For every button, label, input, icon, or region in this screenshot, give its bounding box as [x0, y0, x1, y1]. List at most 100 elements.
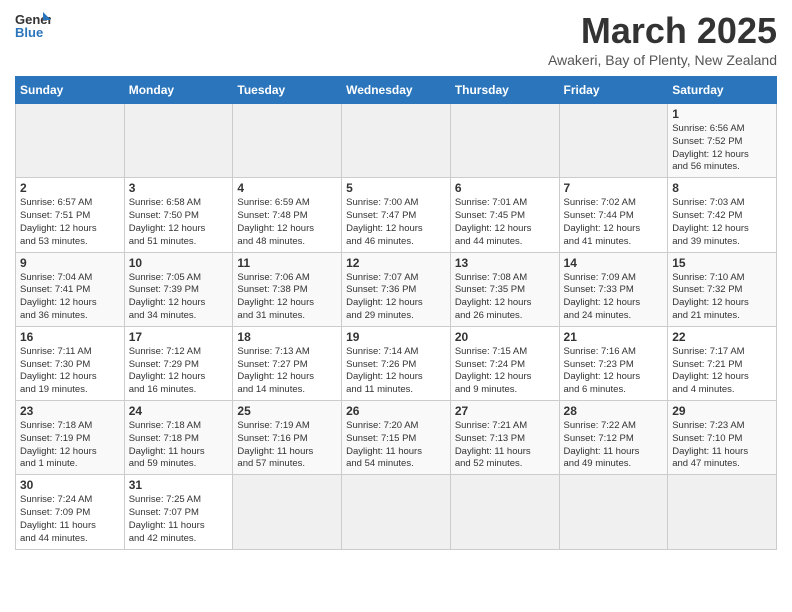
calendar-cell: 17 Sunrise: 7:12 AM Sunset: 7:29 PM Dayli… [124, 326, 233, 400]
calendar-cell: 5Sunrise: 7:00 AM Sunset: 7:47 PM Daylig… [342, 178, 451, 252]
calendar-cell: 27Sunrise: 7:21 AM Sunset: 7:13 PM Dayli… [450, 401, 559, 475]
day-number: 2 [20, 181, 120, 195]
day-info: Sunrise: 7:22 AM Sunset: 7:12 PM Dayligh… [564, 420, 664, 471]
col-thursday: Thursday [450, 77, 559, 104]
day-info: Sunrise: 7:04 AM Sunset: 7:41 PM Dayligh… [20, 272, 120, 323]
day-info: Sunrise: 7:15 AM Sunset: 7:24 PM Dayligh… [455, 346, 555, 397]
day-info: Sunrise: 7:21 AM Sunset: 7:13 PM Dayligh… [455, 420, 555, 471]
calendar-cell [559, 475, 668, 549]
calendar-cell: 11Sunrise: 7:06 AM Sunset: 7:38 PM Dayli… [233, 252, 342, 326]
day-info: Sunrise: 6:59 AM Sunset: 7:48 PM Dayligh… [237, 197, 337, 248]
calendar-cell: 15Sunrise: 7:10 AM Sunset: 7:32 PM Dayli… [668, 252, 777, 326]
calendar-cell: 12 Sunrise: 7:07 AM Sunset: 7:36 PM Dayli… [342, 252, 451, 326]
calendar-cell [124, 104, 233, 178]
day-number: 7 [564, 181, 664, 195]
day-info: Sunrise: 7:13 AM Sunset: 7:27 PM Dayligh… [237, 346, 337, 397]
calendar-cell: 21 Sunrise: 7:16 AM Sunset: 7:23 PM Dayli… [559, 326, 668, 400]
calendar-cell: 16Sunrise: 7:11 AM Sunset: 7:30 PM Dayli… [16, 326, 125, 400]
calendar-cell: 6 Sunrise: 7:01 AM Sunset: 7:45 PM Daylig… [450, 178, 559, 252]
calendar-cell [233, 104, 342, 178]
calendar-cell: 24 Sunrise: 7:18 AM Sunset: 7:18 PM Dayli… [124, 401, 233, 475]
day-number: 10 [129, 256, 229, 270]
col-wednesday: Wednesday [342, 77, 451, 104]
day-number: 9 [20, 256, 120, 270]
day-number: 18 [237, 330, 337, 344]
calendar-week-5: 23 Sunrise: 7:18 AM Sunset: 7:19 PM Dayli… [16, 401, 777, 475]
day-info: Sunrise: 7:25 AM Sunset: 7:07 PM Dayligh… [129, 494, 229, 545]
calendar-cell: 18 Sunrise: 7:13 AM Sunset: 7:27 PM Dayli… [233, 326, 342, 400]
col-monday: Monday [124, 77, 233, 104]
calendar-cell: 2 Sunrise: 6:57 AM Sunset: 7:51 PM Daylig… [16, 178, 125, 252]
page-header: General Blue March 2025 Awakeri, Bay of … [15, 10, 777, 68]
day-info: Sunrise: 7:18 AM Sunset: 7:18 PM Dayligh… [129, 420, 229, 471]
day-info: Sunrise: 7:16 AM Sunset: 7:23 PM Dayligh… [564, 346, 664, 397]
day-info: Sunrise: 6:58 AM Sunset: 7:50 PM Dayligh… [129, 197, 229, 248]
day-info: Sunrise: 7:20 AM Sunset: 7:15 PM Dayligh… [346, 420, 446, 471]
day-info: Sunrise: 7:17 AM Sunset: 7:21 PM Dayligh… [672, 346, 772, 397]
calendar-cell: 1Sunrise: 6:56 AM Sunset: 7:52 PM Daylig… [668, 104, 777, 178]
calendar-cell [342, 475, 451, 549]
calendar-cell [450, 104, 559, 178]
calendar-cell: 25 Sunrise: 7:19 AM Sunset: 7:16 PM Dayli… [233, 401, 342, 475]
calendar-cell: 3 Sunrise: 6:58 AM Sunset: 7:50 PM Daylig… [124, 178, 233, 252]
col-friday: Friday [559, 77, 668, 104]
day-info: Sunrise: 7:08 AM Sunset: 7:35 PM Dayligh… [455, 272, 555, 323]
calendar-cell [559, 104, 668, 178]
day-number: 3 [129, 181, 229, 195]
calendar-cell [233, 475, 342, 549]
col-saturday: Saturday [668, 77, 777, 104]
day-info: Sunrise: 7:03 AM Sunset: 7:42 PM Dayligh… [672, 197, 772, 248]
calendar-cell: 23 Sunrise: 7:18 AM Sunset: 7:19 PM Dayli… [16, 401, 125, 475]
location-subtitle: Awakeri, Bay of Plenty, New Zealand [548, 52, 777, 68]
calendar-cell: 9 Sunrise: 7:04 AM Sunset: 7:41 PM Daylig… [16, 252, 125, 326]
day-number: 30 [20, 478, 120, 492]
calendar-cell: 29Sunrise: 7:23 AM Sunset: 7:10 PM Dayli… [668, 401, 777, 475]
day-info: Sunrise: 7:07 AM Sunset: 7:36 PM Dayligh… [346, 272, 446, 323]
calendar-cell: 31 Sunrise: 7:25 AM Sunset: 7:07 PM Dayli… [124, 475, 233, 549]
calendar-week-4: 16Sunrise: 7:11 AM Sunset: 7:30 PM Dayli… [16, 326, 777, 400]
day-info: Sunrise: 7:09 AM Sunset: 7:33 PM Dayligh… [564, 272, 664, 323]
day-number: 5 [346, 181, 446, 195]
calendar-cell: 14 Sunrise: 7:09 AM Sunset: 7:33 PM Dayli… [559, 252, 668, 326]
calendar-cell: 20 Sunrise: 7:15 AM Sunset: 7:24 PM Dayli… [450, 326, 559, 400]
calendar-cell: 19Sunrise: 7:14 AM Sunset: 7:26 PM Dayli… [342, 326, 451, 400]
day-number: 26 [346, 404, 446, 418]
day-number: 6 [455, 181, 555, 195]
calendar-cell [342, 104, 451, 178]
day-number: 28 [564, 404, 664, 418]
day-number: 20 [455, 330, 555, 344]
day-number: 13 [455, 256, 555, 270]
day-info: Sunrise: 7:11 AM Sunset: 7:30 PM Dayligh… [20, 346, 120, 397]
day-info: Sunrise: 7:01 AM Sunset: 7:45 PM Dayligh… [455, 197, 555, 248]
day-info: Sunrise: 6:56 AM Sunset: 7:52 PM Dayligh… [672, 123, 772, 174]
day-number: 25 [237, 404, 337, 418]
day-info: Sunrise: 7:05 AM Sunset: 7:39 PM Dayligh… [129, 272, 229, 323]
logo: General Blue [15, 10, 51, 40]
day-number: 21 [564, 330, 664, 344]
day-number: 14 [564, 256, 664, 270]
day-info: Sunrise: 7:24 AM Sunset: 7:09 PM Dayligh… [20, 494, 120, 545]
calendar-cell: 26 Sunrise: 7:20 AM Sunset: 7:15 PM Dayli… [342, 401, 451, 475]
day-info: Sunrise: 6:57 AM Sunset: 7:51 PM Dayligh… [20, 197, 120, 248]
month-title: March 2025 [548, 10, 777, 52]
day-number: 15 [672, 256, 772, 270]
day-number: 22 [672, 330, 772, 344]
calendar-cell: 4Sunrise: 6:59 AM Sunset: 7:48 PM Daylig… [233, 178, 342, 252]
day-info: Sunrise: 7:19 AM Sunset: 7:16 PM Dayligh… [237, 420, 337, 471]
day-number: 24 [129, 404, 229, 418]
calendar-week-1: 1Sunrise: 6:56 AM Sunset: 7:52 PM Daylig… [16, 104, 777, 178]
day-number: 19 [346, 330, 446, 344]
calendar-cell: 22 Sunrise: 7:17 AM Sunset: 7:21 PM Dayli… [668, 326, 777, 400]
calendar-cell [450, 475, 559, 549]
day-number: 12 [346, 256, 446, 270]
calendar-cell: 8Sunrise: 7:03 AM Sunset: 7:42 PM Daylig… [668, 178, 777, 252]
calendar-cell: 10 Sunrise: 7:05 AM Sunset: 7:39 PM Dayli… [124, 252, 233, 326]
day-number: 17 [129, 330, 229, 344]
day-number: 31 [129, 478, 229, 492]
day-info: Sunrise: 7:06 AM Sunset: 7:38 PM Dayligh… [237, 272, 337, 323]
calendar-cell: 7Sunrise: 7:02 AM Sunset: 7:44 PM Daylig… [559, 178, 668, 252]
calendar-cell [16, 104, 125, 178]
day-number: 23 [20, 404, 120, 418]
day-info: Sunrise: 7:18 AM Sunset: 7:19 PM Dayligh… [20, 420, 120, 471]
day-info: Sunrise: 7:12 AM Sunset: 7:29 PM Dayligh… [129, 346, 229, 397]
